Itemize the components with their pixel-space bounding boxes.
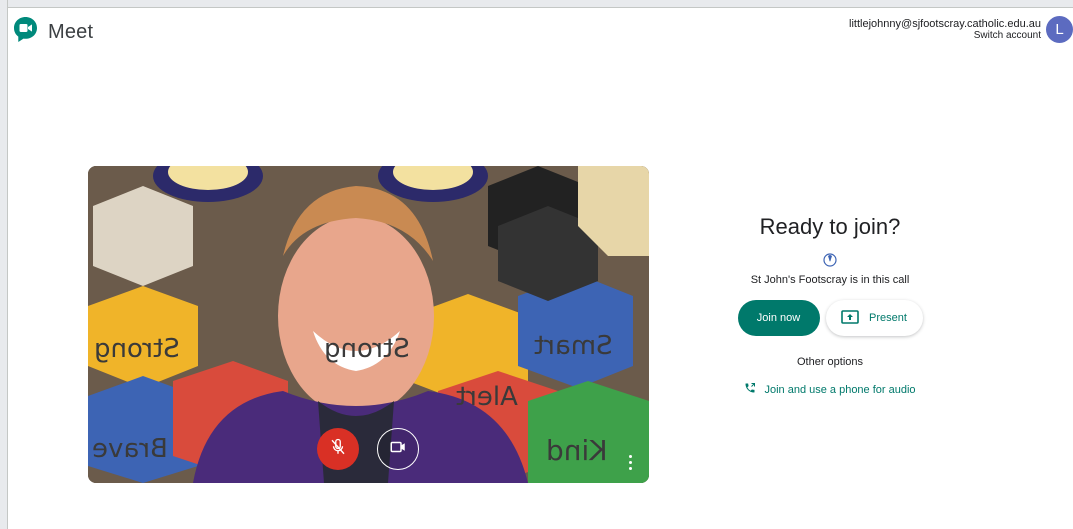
present-screen-icon [841, 309, 859, 327]
hex-word-brave: Brave [92, 434, 168, 464]
more-options-button[interactable] [625, 452, 635, 472]
app-name: Meet [48, 20, 94, 43]
other-options-label: Other options [796, 356, 864, 368]
phone-option-label: Join and use a phone for audio [764, 383, 916, 396]
meet-logo[interactable]: Meet [13, 16, 93, 48]
join-actions: Join now Present [700, 300, 960, 336]
phone-forwarded-icon [744, 382, 756, 397]
join-panel: Ready to join? St John's Footscray is in… [700, 210, 960, 397]
window-left-edge [0, 0, 8, 529]
switch-account-link[interactable]: Switch account [849, 30, 1041, 42]
meet-logo-icon [13, 16, 38, 48]
video-preview: Strong Strong Smart Alert Brave Kind [88, 166, 649, 483]
present-button[interactable]: Present [825, 300, 923, 336]
camera-toggle-button[interactable] [377, 428, 419, 470]
account-info: littlejohnny@sjfootscray.catholic.edu.au… [849, 18, 1041, 42]
video-camera-icon [389, 438, 407, 461]
in-call-status: St John's Footscray is in this call [750, 274, 910, 286]
hex-word-strong-left: Strong [94, 334, 180, 364]
participant-avatar-icon [823, 252, 837, 268]
more-vert-icon [628, 454, 632, 458]
avatar[interactable]: L [1046, 16, 1073, 43]
hex-word-smart: Smart [534, 331, 613, 361]
hex-word-strong-right: Strong [324, 334, 410, 364]
microphone-toggle-button[interactable] [317, 428, 359, 470]
window-top-edge [0, 0, 1073, 8]
join-now-button[interactable]: Join now [737, 300, 820, 336]
hex-word-alert: Alert [456, 382, 518, 412]
mic-off-icon [329, 438, 347, 461]
hex-word-kind: Kind [546, 434, 608, 467]
present-button-label: Present [869, 312, 907, 324]
ready-to-join-heading: Ready to join? [759, 214, 901, 239]
join-with-phone-link[interactable]: Join and use a phone for audio [700, 382, 960, 397]
account-email: littlejohnny@sjfootscray.catholic.edu.au [849, 18, 1041, 30]
